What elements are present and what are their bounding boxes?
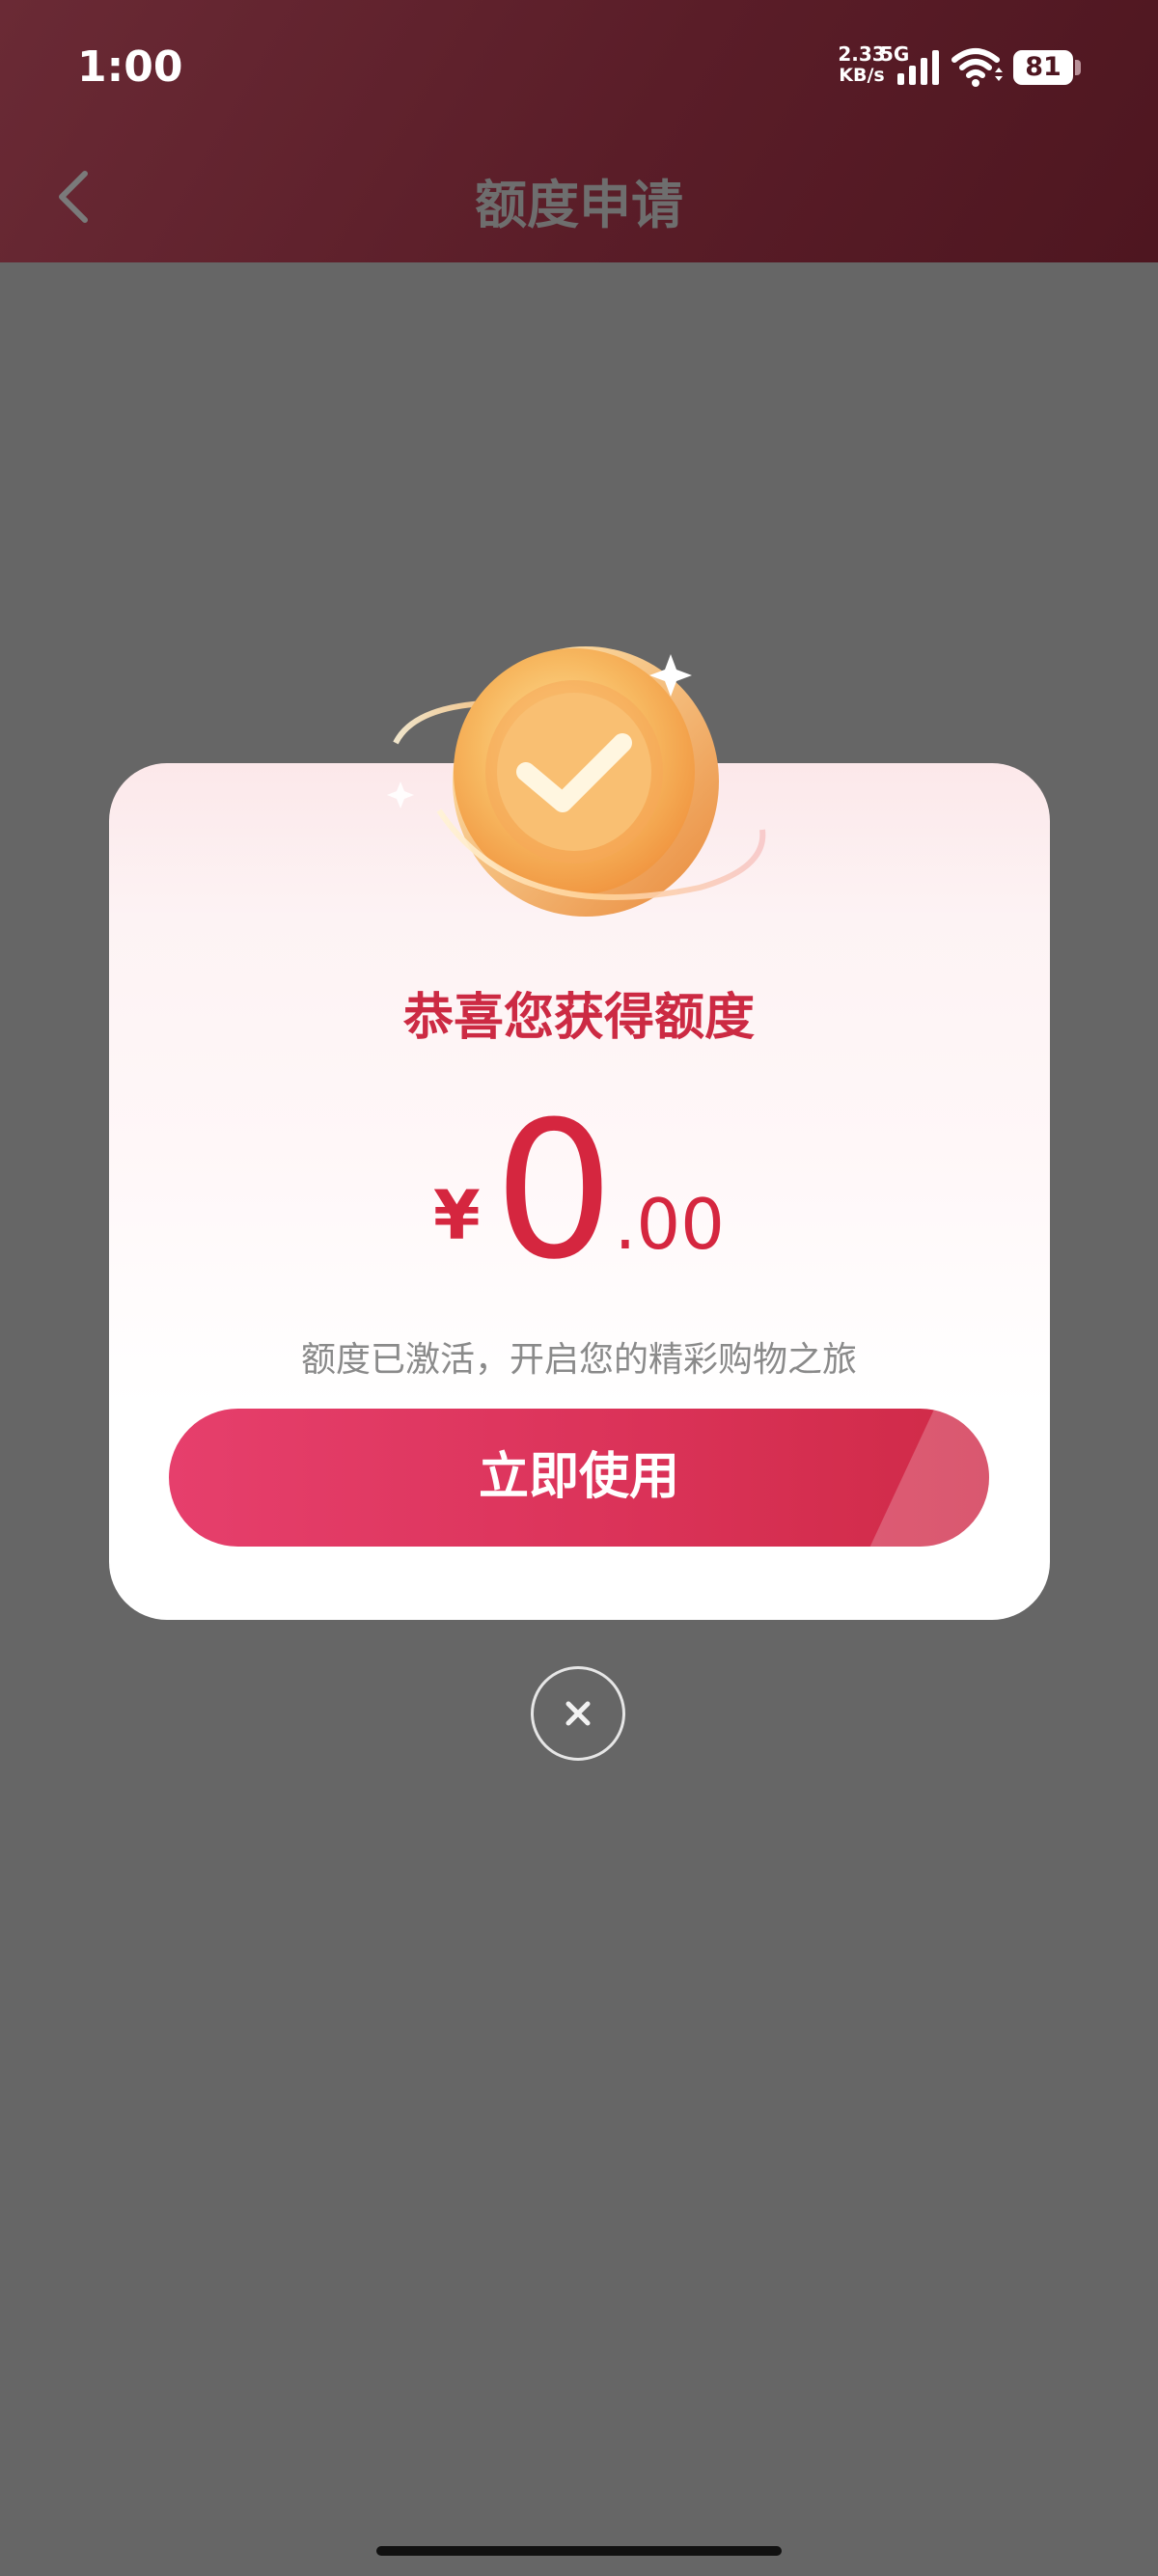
close-icon <box>565 1701 591 1726</box>
button-sheen <box>869 1409 989 1547</box>
use-now-button[interactable]: 立即使用 <box>169 1409 989 1547</box>
close-button[interactable] <box>531 1666 625 1761</box>
modal-headline: 恭喜您获得额度 <box>402 989 755 1047</box>
amount-decimal: .00 <box>614 1184 725 1265</box>
modal-overlay: 恭喜您获得额度 ¥0.00 额度已激活，开启您的精彩购物之旅 立即使用 <box>0 0 1158 2576</box>
currency-symbol: ¥ <box>433 1176 481 1255</box>
gold-coin-check-icon <box>387 646 766 917</box>
home-indicator[interactable] <box>376 2546 782 2556</box>
amount-integer: 0 <box>493 1082 615 1302</box>
modal-subtext: 额度已激活，开启您的精彩购物之旅 <box>300 1340 857 1380</box>
use-now-button-label: 立即使用 <box>478 1448 679 1506</box>
credit-amount: ¥0.00 <box>0 1097 1158 1286</box>
